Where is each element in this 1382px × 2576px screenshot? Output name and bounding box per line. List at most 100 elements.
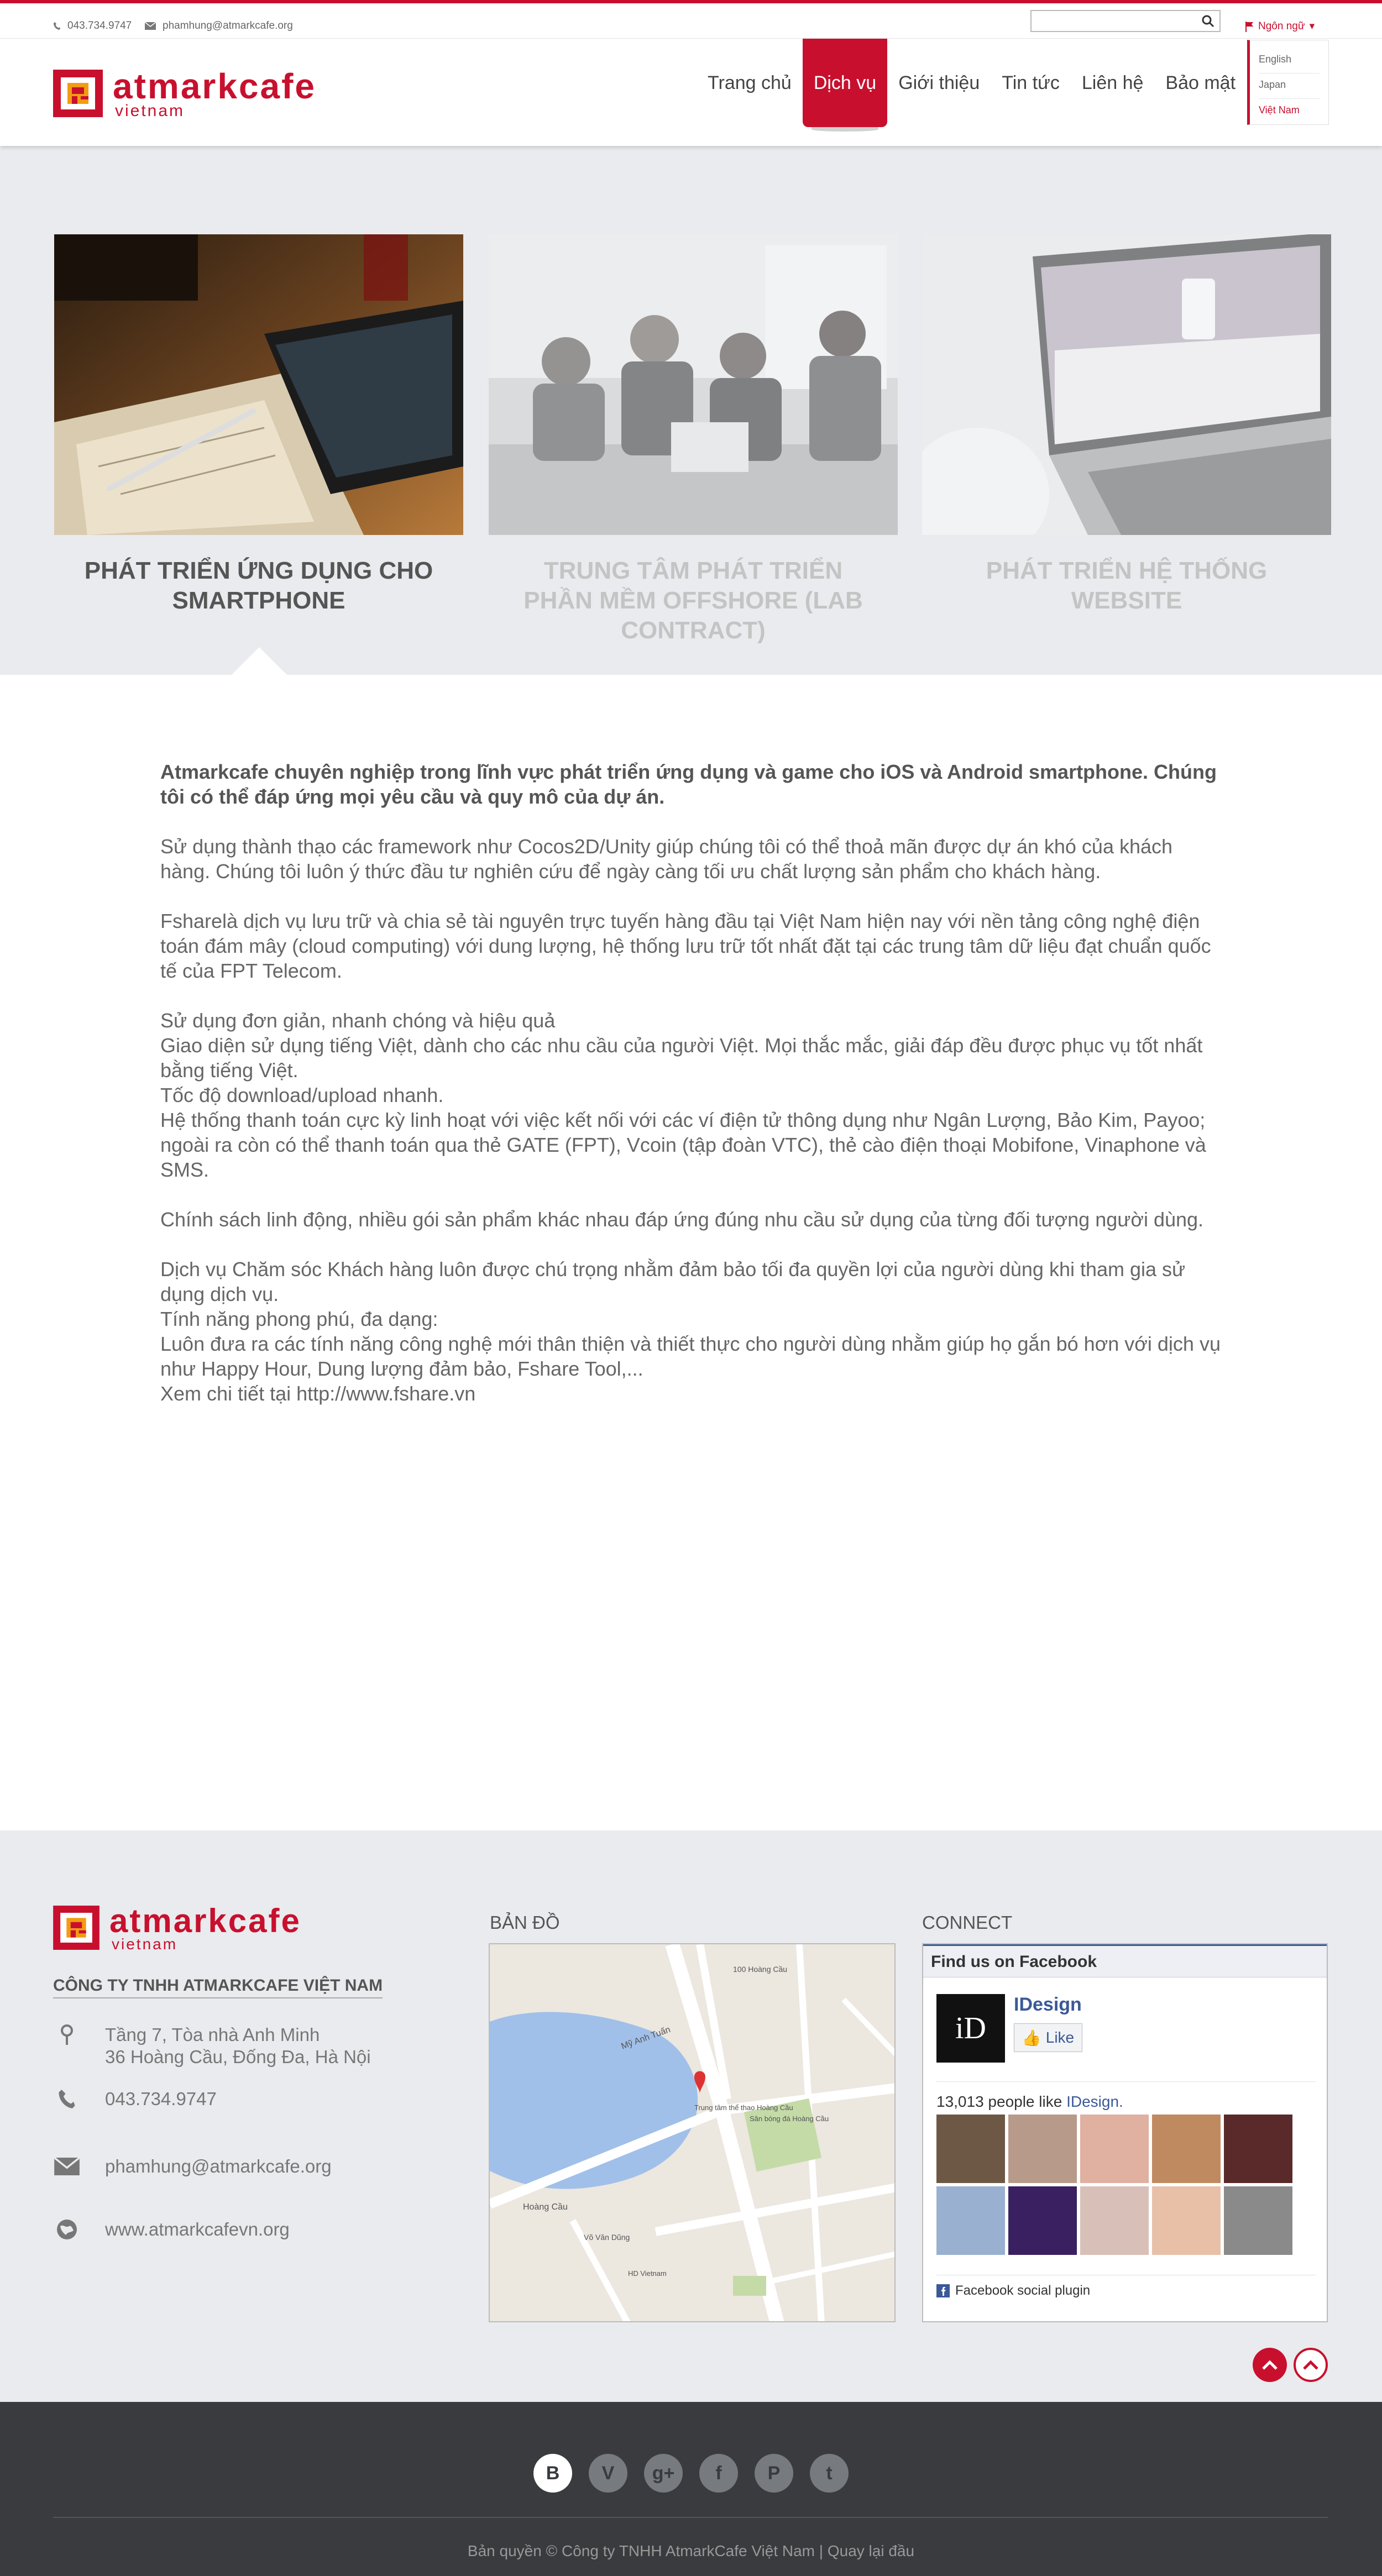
main-nav: Trang chủ Dịch vụ Giới thiệu Tin tức Liê… [697, 39, 1290, 146]
chevron-down-icon: ▾ [1309, 20, 1315, 32]
nav-item-home[interactable]: Trang chủ [697, 39, 803, 127]
location-map[interactable]: 100 Hoàng Cầu Mỹ Anh Tuấn Hoàng Cầu Võ V… [489, 1943, 896, 2322]
active-card-pointer [232, 647, 287, 675]
service-description: Atmarkcafe chuyên nghiệp trong lĩnh vực … [160, 759, 1222, 1431]
content-paragraph: Fsharelà dịch vụ lưu trữ và chia sẻ tài … [160, 910, 1211, 982]
site-logo[interactable]: atmarkcafe vietnam [53, 66, 316, 119]
footer-address: Tầng 7, Tòa nhà Anh Minh 36 Hoàng Cầu, Đ… [53, 2024, 371, 2068]
phone-icon [59, 2090, 75, 2108]
topbar-phone: 043.734.9747 [53, 20, 132, 32]
blogger-icon[interactable]: B [533, 2454, 572, 2493]
map-label: 100 Hoàng Cầu [733, 1965, 787, 1974]
topbar-email[interactable]: phamhung@atmarkcafe.org [145, 20, 293, 32]
content-line: Xem chi tiết tại http://www.fshare.vn [160, 1382, 476, 1405]
scroll-up-button[interactable] [1294, 2348, 1328, 2382]
facebook-icon[interactable]: f [699, 2454, 738, 2493]
footer-company-name: CÔNG TY TNHH ATMARKCAFE VIỆT NAM [53, 1976, 383, 1998]
logo-mark-icon [53, 1906, 100, 1950]
language-option-english[interactable]: English [1259, 48, 1320, 74]
copyright-text: Bản quyền © Công ty TNHH AtmarkCafe Việt… [467, 2542, 915, 2559]
language-option-vietnam[interactable]: Việt Nam [1259, 99, 1320, 124]
google-plus-icon[interactable]: g+ [644, 2454, 683, 2493]
fan-avatar[interactable] [1080, 2115, 1149, 2183]
search-input[interactable] [1032, 11, 1192, 30]
footer-phone: 043.734.9747 [53, 2088, 217, 2110]
fan-avatar[interactable] [936, 2115, 1005, 2183]
flag-icon [1245, 21, 1253, 32]
footer-logo-name: atmarkcafe [109, 1902, 301, 1939]
facebook-fans [936, 2115, 1292, 2255]
search-button[interactable] [1198, 12, 1217, 30]
thumbs-up-icon: 👍 [1022, 2029, 1041, 2047]
service-card-offshore[interactable]: TRUNG TÂM PHÁT TRIỂN PHẦN MỀM OFFSHORE (… [489, 234, 898, 646]
content-line: Hệ thống thanh toán cực kỳ linh hoạt với… [160, 1109, 1206, 1181]
site-header: atmarkcafe vietnam Trang chủ Dịch vụ Giớ… [0, 39, 1382, 146]
content-line: Tốc độ download/upload nhanh. [160, 1084, 444, 1106]
fan-avatar[interactable] [1080, 2186, 1149, 2255]
facebook-widget-header: Find us on Facebook [923, 1944, 1327, 1977]
content-lead: Atmarkcafe chuyên nghiệp trong lĩnh vực … [160, 760, 1217, 808]
map-label: HD Vietnam [628, 2269, 667, 2278]
service-title-smartphone: PHÁT TRIỂN ỨNG DỤNG CHO SMARTPHONE [84, 557, 433, 614]
facebook-page-avatar[interactable]: iD [936, 1994, 1005, 2063]
fan-avatar[interactable] [1008, 2115, 1077, 2183]
language-toggle[interactable]: Ngôn ngữ ▾ [1245, 20, 1315, 33]
bottom-divider [53, 2517, 1328, 2518]
content-line: Dịch vụ Chăm sóc Khách hàng luôn được ch… [160, 1258, 1186, 1305]
search-box [1030, 10, 1221, 32]
social-links: B V g+ f P t [533, 2454, 849, 2493]
content-line: Tính năng phong phú, đa dạng: [160, 1308, 438, 1330]
fan-avatar[interactable] [1152, 2115, 1221, 2183]
footer-logo[interactable]: atmarkcafe vietnam [53, 1902, 301, 1952]
fan-avatar[interactable] [936, 2186, 1005, 2255]
mail-icon [54, 2158, 80, 2175]
site-footer: atmarkcafe vietnam CÔNG TY TNHH ATMARKCA… [0, 1830, 1382, 2402]
scroll-top-button[interactable] [1253, 2348, 1287, 2382]
globe-icon [57, 2220, 77, 2239]
phone-icon [54, 22, 60, 30]
top-bar: 043.734.9747 phamhung@atmarkcafe.org Ngô… [0, 3, 1382, 39]
facebook-like-count: 13,013 people like IDesign. [936, 2081, 1316, 2111]
logo-name: atmarkcafe [113, 66, 316, 106]
facebook-widget: Find us on Facebook iD IDesign 👍 Like 13… [922, 1943, 1328, 2322]
vine-icon[interactable]: V [589, 2454, 627, 2493]
service-card-smartphone[interactable]: PHÁT TRIỂN ỨNG DỤNG CHO SMARTPHONE [54, 234, 463, 616]
scroll-controls [1253, 2348, 1328, 2382]
service-image-offshore [489, 234, 898, 535]
facebook-like-button[interactable]: 👍 Like [1014, 2023, 1082, 2052]
nav-item-contact[interactable]: Liên hệ [1071, 39, 1155, 127]
search-icon [1202, 15, 1215, 28]
mail-icon [145, 22, 156, 30]
fan-avatar[interactable] [1224, 2115, 1292, 2183]
facebook-page: iD IDesign 👍 Like [936, 1994, 1082, 2063]
service-card-website[interactable]: PHÁT TRIỂN HỆ THỐNG WEBSITE [922, 234, 1331, 616]
nav-item-about[interactable]: Giới thiệu [887, 39, 991, 127]
nav-item-privacy[interactable]: Bảo mật [1154, 39, 1247, 127]
map-label: Trung tâm thể thao Hoàng Cầu [694, 2103, 793, 2112]
footer-email[interactable]: phamhung@atmarkcafe.org [53, 2155, 332, 2178]
chevron-up-icon [1303, 2360, 1318, 2370]
footer-website[interactable]: www.atmarkcafevn.org [53, 2218, 290, 2241]
pinterest-icon[interactable]: P [755, 2454, 793, 2493]
bottom-bar: B V g+ f P t Bản quyền © Công ty TNHH At… [0, 2402, 1382, 2576]
fan-avatar[interactable] [1152, 2186, 1221, 2255]
nav-item-news[interactable]: Tin tức [991, 39, 1071, 127]
location-pin-icon [61, 2024, 73, 2045]
content-paragraph: Sử dụng đơn giản, nhanh chóng và hiệu qu… [160, 1008, 1222, 1182]
content-line: Giao diện sử dụng tiếng Việt, dành cho c… [160, 1034, 1203, 1082]
language-option-japan[interactable]: Japan [1259, 74, 1320, 99]
facebook-icon [936, 2284, 950, 2297]
content-line: Sử dụng đơn giản, nhanh chóng và hiệu qu… [160, 1009, 556, 1032]
map-heading: BẢN ĐỒ [490, 1912, 560, 1933]
logo-mark-icon [53, 70, 103, 117]
nav-item-services[interactable]: Dịch vụ [802, 39, 888, 132]
fan-avatar[interactable] [1224, 2186, 1292, 2255]
twitter-icon[interactable]: t [810, 2454, 849, 2493]
map-label: Hoàng Cầu [523, 2202, 568, 2212]
language-menu: English Japan Việt Nam [1247, 40, 1329, 125]
facebook-page-name[interactable]: IDesign [1014, 1994, 1082, 2016]
connect-heading: CONNECT [922, 1912, 1013, 1933]
service-image-website [922, 234, 1331, 535]
services-hero: PHÁT TRIỂN ỨNG DỤNG CHO SMARTPHONE TRUNG… [0, 146, 1382, 675]
fan-avatar[interactable] [1008, 2186, 1077, 2255]
